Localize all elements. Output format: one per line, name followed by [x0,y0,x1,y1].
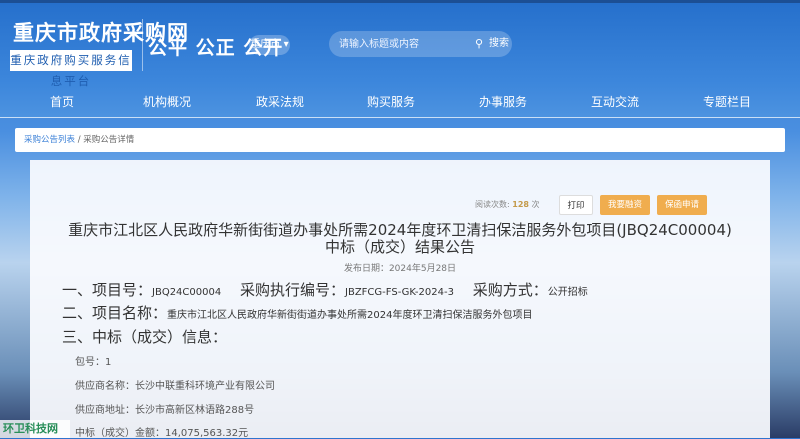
nav-interaction[interactable]: 互动交流 [591,93,639,110]
watermark-logo: 环卫科技网 [0,420,70,438]
title-line-2: 中标（成交）结果公告 [324,238,475,256]
breadcrumb: 采购公告列表 / 采购公告详情 [15,128,785,152]
breadcrumb-parent[interactable]: 采购公告列表 [24,135,75,145]
search-icon[interactable]: ⚲ [475,37,483,50]
address-row: 供应商地址：长沙市高新区林语路288号 [75,405,255,416]
section-project-name: 二、项目名称：重庆市江北区人民政府华新街街道办事处所需2024年度环卫清扫保洁服… [62,304,533,322]
section-award-info: 三、中标（成交）信息： [62,328,228,346]
search-box: ⚲ 搜索 [329,31,512,57]
nav-purchase-services[interactable]: 购买服务 [367,93,415,110]
package-row: 包号：1 [75,357,112,368]
search-input[interactable] [339,31,469,57]
read-count: 阅读次数: 128 次 [475,200,540,209]
print-button[interactable]: 打印 [559,195,593,215]
nav-topics[interactable]: 专题栏目 [703,93,751,110]
breadcrumb-separator: / [77,135,81,145]
breadcrumb-current: 采购公告详情 [83,135,135,145]
guarantee-button[interactable]: 保函申请 [657,195,707,215]
section-project-no: 一、项目号：JBQ24C00004 采购执行编号：JBZFCG-FS-GK-20… [62,281,588,299]
search-button[interactable]: 搜索 [489,31,509,57]
amount-row: 中标（成交）金额：14,075,563.32元 [75,428,249,439]
title-line-1: 重庆市江北区人民政府华新街街道办事处所需2024年度环卫清扫保洁服务外包项目(J… [68,221,732,239]
notice-title: 重庆市江北区人民政府华新街街道办事处所需2024年度环卫清扫保洁服务外包项目(J… [40,222,760,256]
nav-regulations[interactable]: 政采法规 [256,93,304,110]
nav-home[interactable]: 首页 [50,93,74,110]
nav-organization[interactable]: 机构概况 [143,93,191,110]
finance-button[interactable]: 我要融资 [600,195,650,215]
supplier-row: 供应商名称：长沙中联重科环境产业有限公司 [75,381,275,392]
chevron-down-icon: ▾ [283,39,289,50]
main-nav: 首页 机构概况 政采法规 购买服务 办事服务 互动交流 专题栏目 [0,88,800,116]
publish-date: 发布日期：2024年5月28日 [343,264,457,274]
city-select[interactable]: 重庆市 ▾ [249,35,290,55]
divider [142,19,143,71]
site-subtitle: 重庆政府购买服务信息平台 [10,50,132,88]
nav-office-services[interactable]: 办事服务 [479,93,527,110]
city-label: 重庆市 [250,39,281,50]
nav-divider [0,117,800,118]
